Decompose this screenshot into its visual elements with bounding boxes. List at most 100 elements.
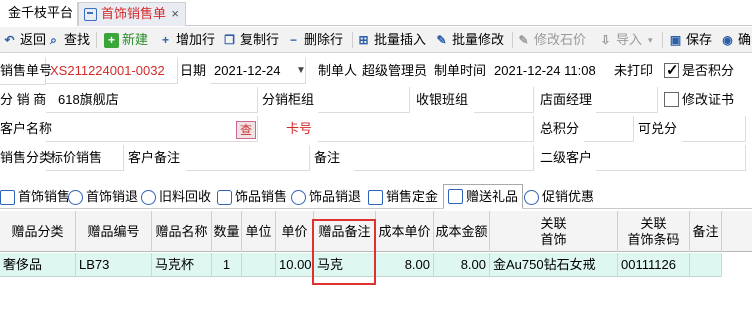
col-header[interactable]: 赠品名称 — [152, 211, 212, 252]
col-header[interactable]: 成本单价 — [376, 211, 434, 252]
edit-stone-price-button[interactable]: ✎ 修改石价 — [516, 30, 586, 50]
copy-row-button[interactable]: ❐ 复制行 — [222, 30, 279, 50]
shield-icon — [217, 189, 232, 205]
return-icon — [68, 189, 83, 205]
search-icon: ⌕ — [50, 32, 57, 47]
minus-icon: − — [289, 32, 297, 47]
money-bag-icon — [368, 189, 383, 205]
store-label: 分 销 商 — [0, 92, 47, 107]
plus-square-icon: + — [104, 32, 119, 48]
confirm-button[interactable]: ◉ 确 — [720, 30, 751, 50]
make-time-label: 制单时间 — [434, 63, 487, 78]
insert-icon: ⊞ — [358, 32, 369, 47]
cell-note[interactable] — [690, 253, 722, 277]
manager-label: 店面经理 — [540, 92, 593, 107]
tab-accessory-sale[interactable]: 饰品销售 — [217, 186, 287, 208]
tab-old-material[interactable]: 旧料回收 — [141, 186, 211, 208]
pencil-icon: ✎ — [518, 32, 529, 47]
col-header[interactable]: 数量 — [212, 211, 242, 252]
tab-jewelry-return[interactable]: 首饰销退 — [68, 186, 138, 208]
edit-cert-label: 修改证书 — [682, 92, 735, 107]
confirm-icon: ◉ — [722, 32, 733, 47]
tab-jewelry-sale[interactable]: 首饰销售 — [0, 186, 70, 208]
card-field[interactable] — [318, 116, 534, 142]
redeem-field — [682, 116, 746, 142]
points-checkbox[interactable] — [664, 61, 679, 79]
cell-cost-price[interactable]: 8.00 — [376, 253, 434, 277]
new-button[interactable]: + 新建 — [104, 30, 148, 50]
tab-accessory-return[interactable]: 饰品销退 — [291, 186, 361, 208]
ring-icon — [0, 189, 15, 205]
note-label: 备注 — [314, 150, 341, 165]
col-header[interactable]: 赠品分类 — [0, 211, 76, 252]
batch-edit-button[interactable]: ✎ 批量修改 — [434, 30, 504, 50]
cell-unit[interactable] — [242, 253, 276, 277]
find-button[interactable]: ⌕ 查找 — [46, 30, 90, 50]
store-field[interactable]: 618旗舰店 — [46, 87, 258, 113]
close-icon[interactable]: × — [171, 3, 179, 25]
document-icon — [84, 8, 97, 21]
save-button[interactable]: ▣ 保存 — [668, 30, 712, 50]
customer-note-field[interactable] — [186, 145, 310, 171]
counter-field[interactable] — [318, 87, 410, 113]
back-button[interactable]: ↶ 返回 — [2, 30, 46, 50]
points-label: 是否积分 — [682, 63, 735, 78]
cell-related-barcode[interactable]: 00111126 — [618, 253, 690, 277]
window-tab-platform[interactable]: 金千枝平台 — [0, 2, 78, 26]
customer-field[interactable] — [46, 116, 258, 142]
window-tab-bar: 金千枝平台 首饰销售单 × — [0, 0, 752, 26]
recycle-icon — [141, 189, 156, 205]
copy-icon: ❐ — [224, 32, 235, 47]
tab-promotion[interactable]: 促销优惠 — [524, 186, 594, 208]
add-row-button[interactable]: + 增加行 — [158, 30, 215, 50]
cell-quantity[interactable]: 1 — [212, 253, 242, 277]
counter-label: 分销柜组 — [262, 92, 315, 107]
customer-note-label: 客户备注 — [128, 150, 181, 165]
section-tabs: 首饰销售 首饰销退 旧料回收 饰品销售 饰品销退 销售定金 赠送礼品 促销优惠 — [0, 183, 752, 209]
col-header[interactable]: 成本金额 — [434, 211, 490, 252]
tab-gift[interactable]: 赠送礼品 — [443, 184, 524, 209]
cell-gift-category[interactable]: 奢侈品 — [0, 253, 76, 277]
toolbar-divider — [96, 32, 97, 48]
date-field[interactable]: 2021-12-24 — [210, 58, 306, 84]
col-header[interactable]: 单位 — [242, 211, 276, 252]
category-field[interactable]: 标价销售 — [46, 145, 124, 171]
tab-sale-deposit[interactable]: 销售定金 — [368, 186, 438, 208]
cashier-field[interactable] — [474, 87, 534, 113]
cell-gift-name[interactable]: 马克杯 — [152, 253, 212, 277]
sale-no-field[interactable]: XS211224001-0032 — [46, 58, 178, 84]
cashier-label: 收银班组 — [416, 92, 469, 107]
customer-label: 客户名称 — [0, 121, 53, 136]
gift-icon — [448, 189, 463, 204]
tag-icon — [524, 189, 539, 205]
card-label: 卡号 — [285, 121, 312, 136]
window-tab-label: 首饰销售单 — [101, 6, 167, 21]
highlight-box — [312, 219, 376, 285]
category-label: 销售分类 — [0, 150, 53, 165]
pencil-icon: ✎ — [436, 32, 447, 47]
col-header[interactable]: 备注 — [690, 211, 722, 252]
import-button[interactable]: ⇩ 导入 ▾ — [598, 30, 652, 50]
cell-related-jewelry[interactable]: 金Au750钻石女戒 — [490, 253, 618, 277]
col-header[interactable]: 关联 首饰 — [490, 211, 618, 252]
delete-row-button[interactable]: − 删除行 — [286, 30, 343, 50]
col-header[interactable]: 赠品编号 — [76, 211, 152, 252]
return-icon — [291, 189, 306, 205]
query-button[interactable]: 查 — [236, 121, 256, 139]
cell-unit-price[interactable]: 10.00 — [276, 253, 314, 277]
total-points-label: 总积分 — [540, 121, 580, 136]
cell-cost-amount[interactable]: 8.00 — [434, 253, 490, 277]
col-header[interactable]: 关联 首饰条码 — [618, 211, 690, 252]
second-customer-field[interactable] — [596, 145, 746, 171]
cell-gift-no[interactable]: LB73 — [76, 253, 152, 277]
note-field[interactable] — [354, 145, 534, 171]
maker-field: 超级管理员 — [362, 63, 428, 78]
manager-field[interactable] — [596, 87, 658, 113]
edit-cert-checkbox[interactable] — [664, 92, 679, 107]
window-tab-jewelry-sale[interactable]: 首饰销售单 × — [78, 2, 186, 26]
col-header[interactable]: 单价 — [276, 211, 314, 252]
make-time-field: 2021-12-24 11:08 — [494, 63, 596, 78]
batch-insert-button[interactable]: ⊞ 批量插入 — [356, 30, 426, 50]
toolbar-divider — [662, 32, 663, 48]
chevron-down-icon[interactable]: ▼ — [294, 60, 308, 82]
